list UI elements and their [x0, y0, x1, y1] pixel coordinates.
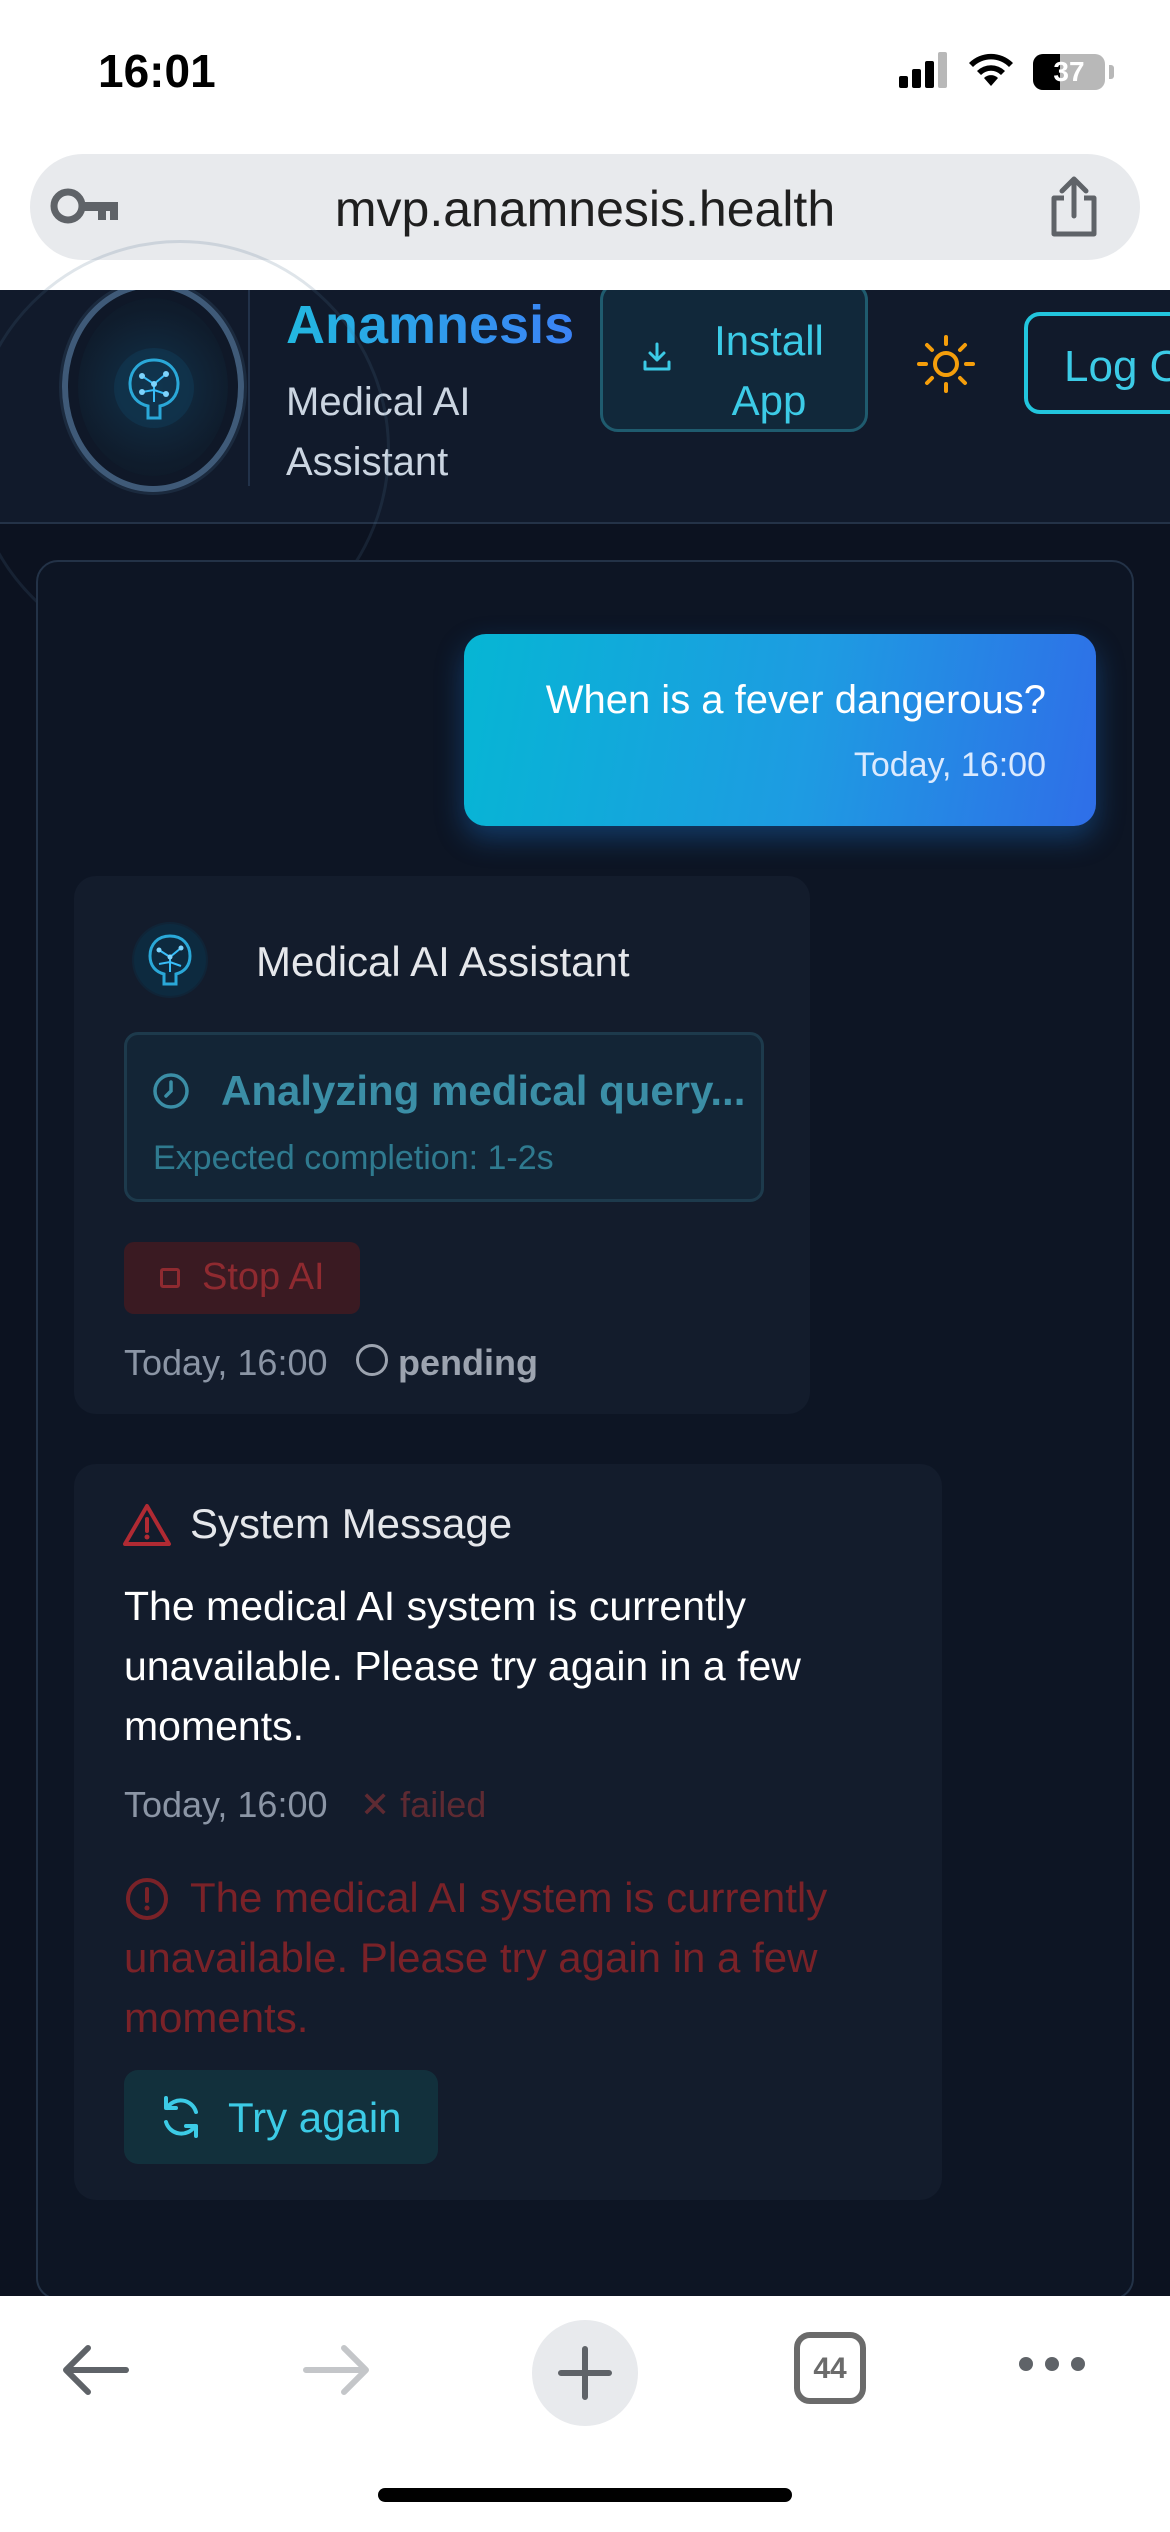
url-text[interactable]: mvp.anamnesis.health	[30, 180, 1140, 238]
status-icons: 37	[899, 51, 1114, 93]
battery-tip	[1109, 65, 1114, 79]
analyzing-status-title: Analyzing medical query...	[221, 1067, 746, 1114]
ai-avatar-icon	[132, 922, 208, 998]
home-indicator[interactable]	[378, 2488, 792, 2502]
system-message-state: ✕ failed	[360, 1784, 486, 1826]
ai-message-card: Medical AI Assistant Analyzing medical q…	[74, 876, 810, 1414]
user-message-text: When is a fever dangerous?	[545, 678, 1046, 722]
user-message-time: Today, 16:00	[853, 746, 1046, 784]
clock-icon	[151, 1071, 191, 1116]
status-time: 16:01	[98, 45, 216, 97]
log-out-label: Log Out	[1064, 342, 1170, 391]
more-icon[interactable]	[1016, 2354, 1088, 2379]
warning-triangle-icon	[122, 1502, 172, 1553]
analyzing-status-box: Analyzing medical query... Expected comp…	[124, 1032, 764, 1202]
signal-icon	[899, 51, 949, 93]
plus-icon	[558, 2346, 612, 2400]
ai-message-state: pending	[398, 1342, 538, 1383]
share-icon[interactable]	[1046, 176, 1102, 243]
install-app-button[interactable]: Install App	[600, 290, 868, 432]
battery-level: 37	[1053, 56, 1085, 87]
back-arrow-icon[interactable]	[58, 2340, 132, 2405]
stop-ai-button[interactable]: Stop AI	[124, 1242, 360, 1314]
ai-sender-name: Medical AI Assistant	[256, 938, 630, 985]
system-message-body: The medical AI system is currently unava…	[124, 1583, 801, 1749]
stop-ai-label: Stop AI	[202, 1256, 325, 1298]
error-message-text: The medical AI system is currently unava…	[124, 1874, 828, 2041]
user-message-bubble: When is a fever dangerous? Today, 16:00	[464, 634, 1096, 826]
log-out-button[interactable]: Log Out	[1024, 312, 1170, 414]
sun-icon[interactable]	[916, 334, 976, 399]
forward-arrow-icon[interactable]	[300, 2340, 374, 2405]
x-icon: ✕	[360, 1784, 401, 1825]
analyzing-status-detail: Expected completion: 1-2s	[153, 1139, 554, 1177]
try-again-button[interactable]: Try again	[124, 2070, 438, 2164]
status-bar: 16:01 37	[0, 0, 1170, 150]
tab-count: 44	[813, 2352, 847, 2385]
pending-circle-icon	[356, 1344, 388, 1376]
install-app-label: Install App	[714, 317, 824, 424]
stop-icon	[160, 1268, 180, 1288]
system-message-time: Today, 16:00	[124, 1784, 328, 1825]
system-message-card: System Message The medical AI system is …	[74, 1464, 942, 2200]
tabs-icon[interactable]: 44	[794, 2332, 866, 2404]
refresh-icon	[158, 2094, 204, 2145]
new-tab-button[interactable]	[532, 2320, 638, 2426]
battery-icon: 37	[1033, 54, 1105, 90]
ai-message-time: Today, 16:00	[124, 1342, 328, 1383]
download-icon	[643, 342, 671, 371]
try-again-label: Try again	[228, 2094, 402, 2141]
wifi-icon	[967, 52, 1015, 93]
system-message-title: System Message	[190, 1500, 513, 1547]
system-message-state-label: failed	[400, 1784, 487, 1825]
